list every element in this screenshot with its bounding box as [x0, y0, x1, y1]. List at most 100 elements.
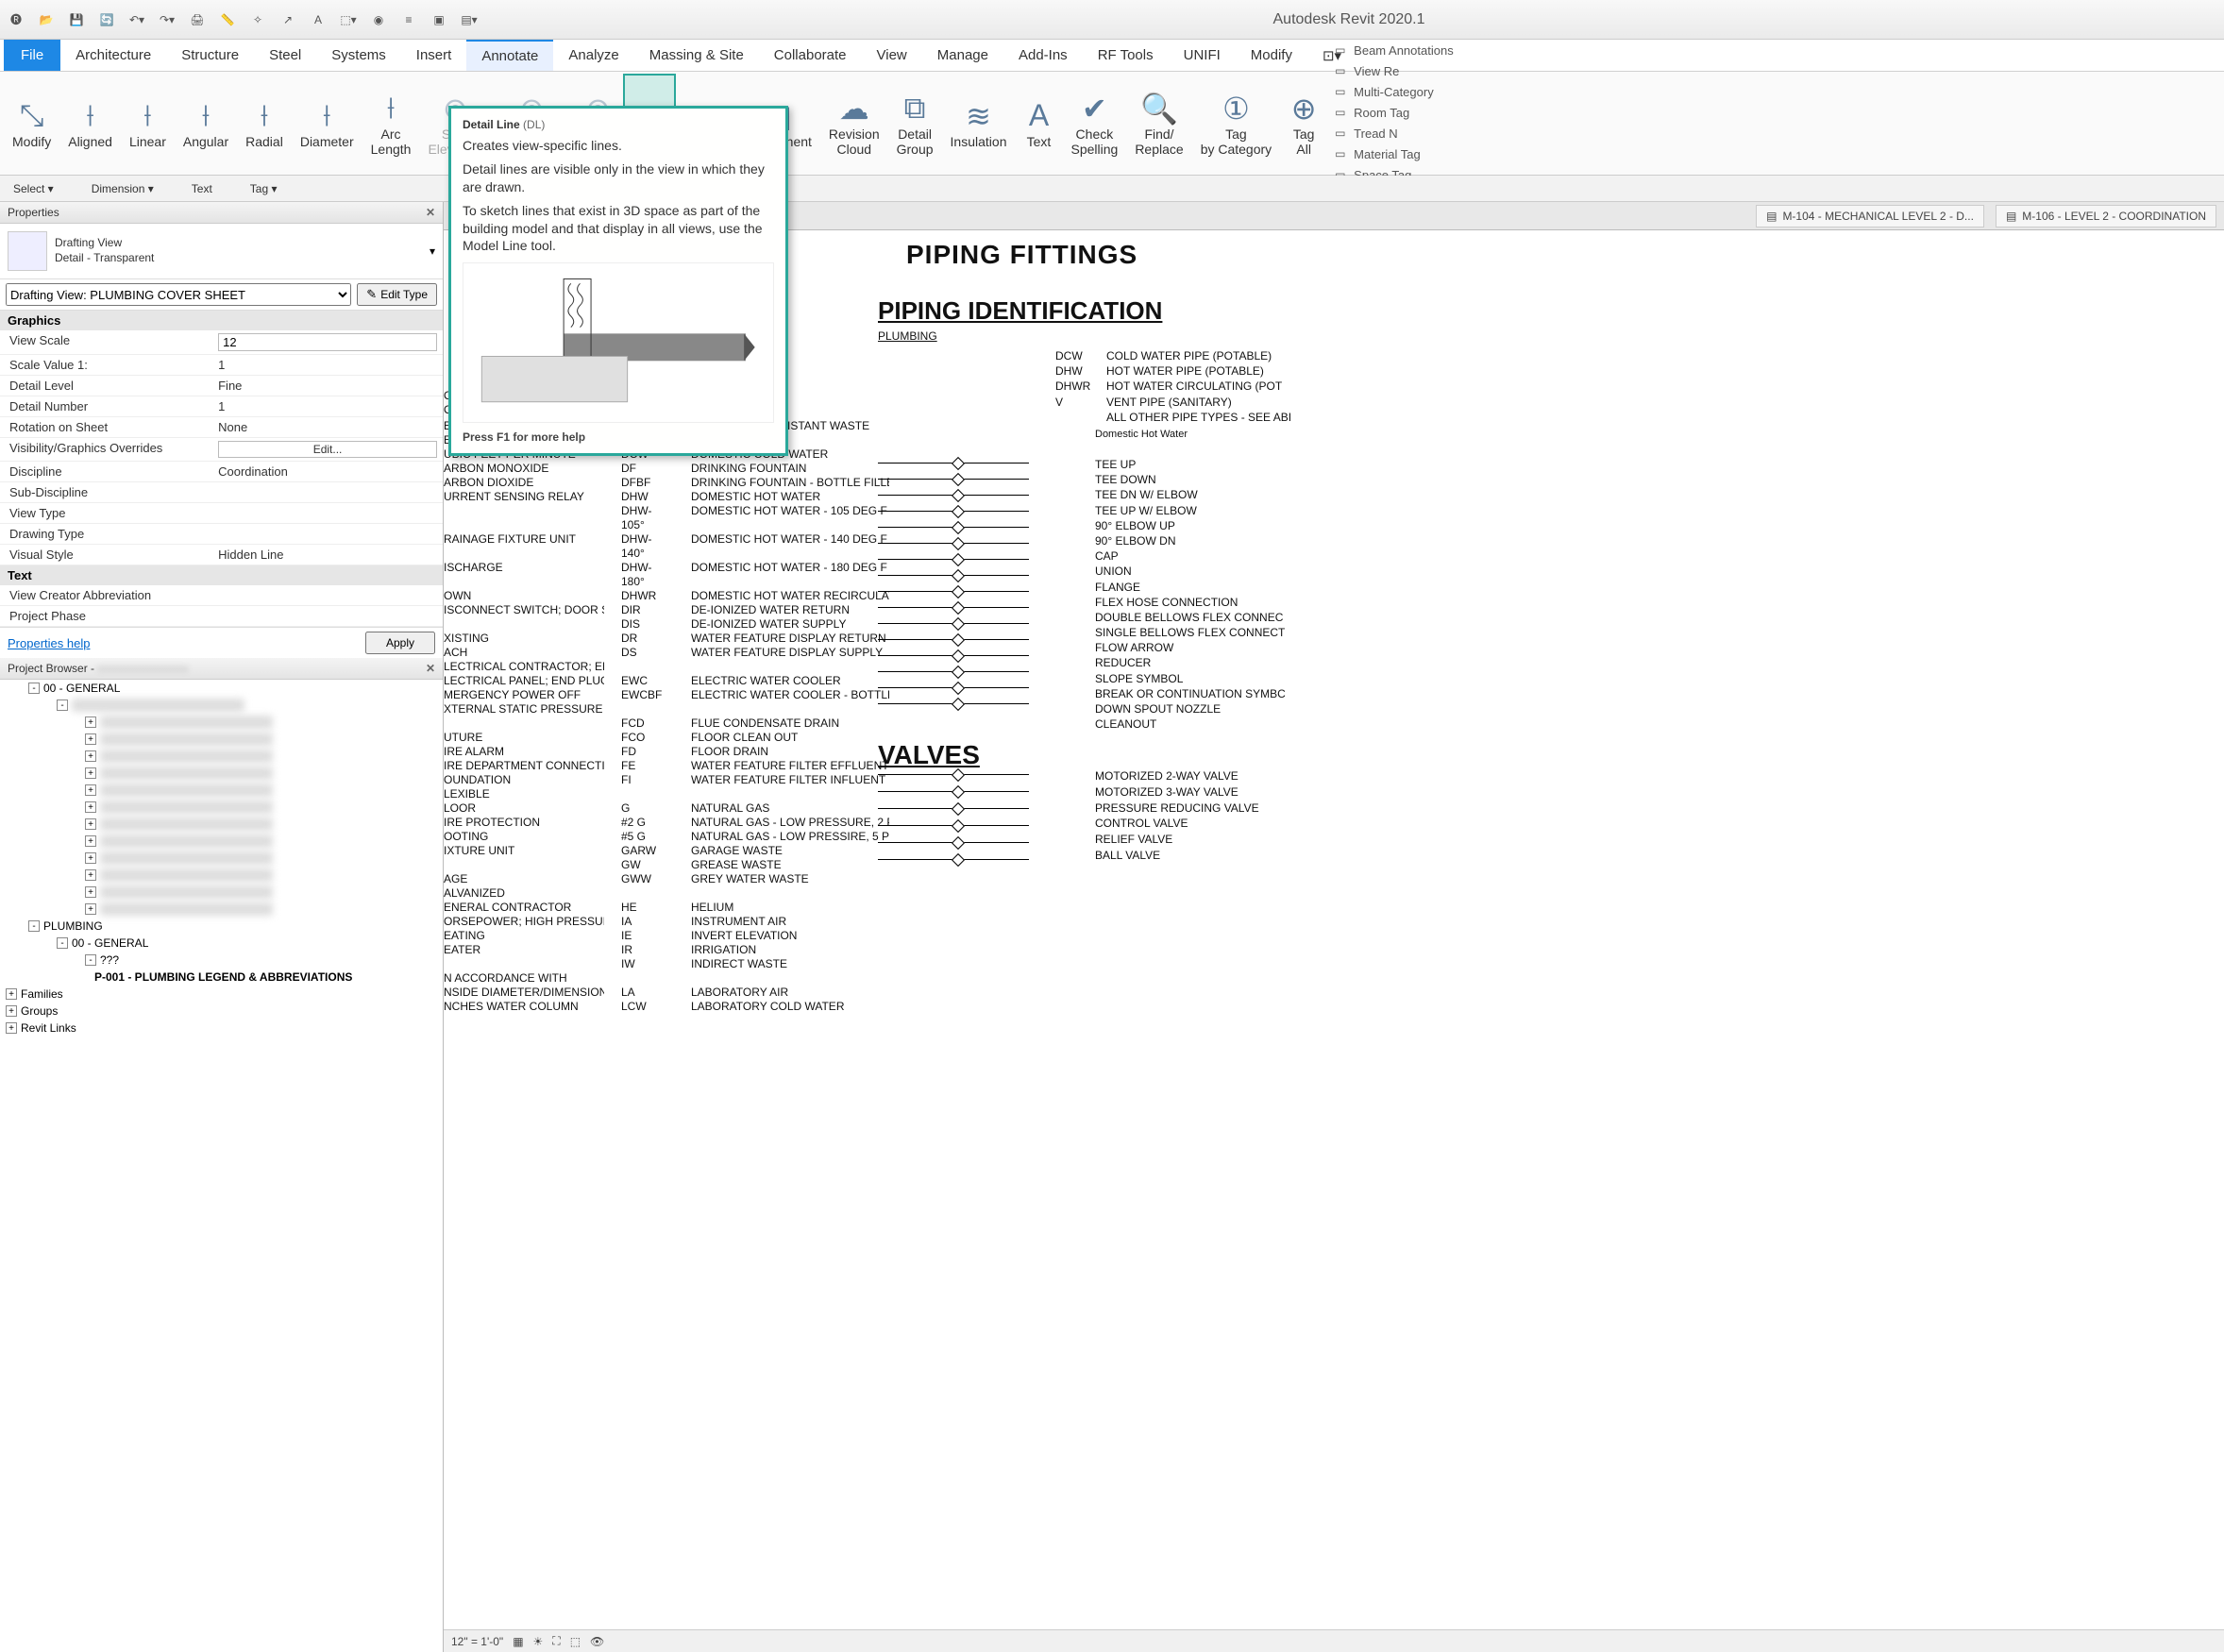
prop-value[interactable]: Edit...: [212, 438, 443, 461]
ribbon-tag-by-category[interactable]: ①Tagby Category: [1192, 74, 1280, 173]
menu-systems[interactable]: Systems: [316, 40, 401, 71]
expand-icon[interactable]: +: [85, 869, 96, 881]
document-tab[interactable]: ▤M-104 - MECHANICAL LEVEL 2 - D...: [1756, 205, 1984, 228]
tree-item[interactable]: +Revit Links: [0, 1020, 443, 1037]
expand-icon[interactable]: +: [85, 750, 96, 762]
hide-icon[interactable]: 👁: [590, 1635, 604, 1648]
prop-value[interactable]: Fine: [212, 376, 443, 396]
tree-item[interactable]: -00 - GENERAL: [0, 680, 443, 697]
properties-help-link[interactable]: Properties help: [8, 636, 90, 650]
tree-item[interactable]: +xxxxx xxxxxxxxxxxxxxxxxxxxxxxxx: [0, 833, 443, 850]
ribbon-revision-cloud[interactable]: ☁RevisionCloud: [820, 74, 888, 173]
expand-icon[interactable]: +: [85, 886, 96, 898]
panel-label[interactable]: Text: [192, 182, 212, 195]
text-qat-icon[interactable]: A: [308, 9, 329, 30]
save-icon[interactable]: 💾: [66, 9, 87, 30]
expand-icon[interactable]: +: [85, 801, 96, 813]
undo-icon[interactable]: ↶▾: [126, 9, 147, 30]
expand-icon[interactable]: +: [6, 1005, 17, 1017]
expand-icon[interactable]: +: [6, 1022, 17, 1034]
instance-filter-select[interactable]: Drafting View: PLUMBING COVER SHEET: [6, 283, 351, 306]
prop-value[interactable]: Coordination: [212, 462, 443, 481]
expand-icon[interactable]: +: [85, 818, 96, 830]
menu-collaborate[interactable]: Collaborate: [759, 40, 862, 71]
expand-icon[interactable]: +: [85, 852, 96, 864]
shadows-icon[interactable]: ⛶: [552, 1634, 560, 1648]
close-icon[interactable]: ✕: [426, 662, 435, 675]
tree-item[interactable]: +xxxxx xxxxxxxxxxxxxxxxxxxxxxxxx: [0, 901, 443, 918]
prop-group[interactable]: Text: [0, 565, 443, 585]
ribbon-insulation[interactable]: ≋Insulation: [942, 74, 1016, 173]
menu-manage[interactable]: Manage: [922, 40, 1003, 71]
prop-value[interactable]: [212, 330, 443, 354]
dim-icon[interactable]: ✧: [247, 9, 268, 30]
edit-type-button[interactable]: ✎ Edit Type: [357, 283, 437, 306]
tree-item[interactable]: +xxxxx xxxxxxxxxxxxxxxxxxxxxxxxx: [0, 850, 443, 867]
panel-label[interactable]: Dimension ▾: [92, 182, 154, 195]
panel-label[interactable]: Select ▾: [13, 182, 54, 195]
close-icon[interactable]: ✕: [426, 206, 435, 219]
sync-icon[interactable]: 🔄: [96, 9, 117, 30]
ribbon-arc-length[interactable]: ⟊ArcLength: [362, 74, 420, 173]
menu-add-ins[interactable]: Add-Ins: [1003, 40, 1083, 71]
menu-rf-tools[interactable]: RF Tools: [1083, 40, 1169, 71]
menu-analyze[interactable]: Analyze: [553, 40, 633, 71]
menu-unifi[interactable]: UNIFI: [1169, 40, 1236, 71]
tree-item[interactable]: +xxxxx xxxxxxxxxxxxxxxxxxxxxxxxx: [0, 867, 443, 884]
tree-item[interactable]: -xxxxx xxxxxxxxxxxxxxxxxxxxxxxxx: [0, 697, 443, 714]
expand-icon[interactable]: +: [85, 733, 96, 745]
tree-item[interactable]: +xxxxx xxxxxxxxxxxxxxxxxxxxxxxxx: [0, 884, 443, 901]
prop-value[interactable]: None: [212, 417, 443, 437]
prop-group[interactable]: Graphics: [0, 311, 443, 330]
ribbon-tag-all[interactable]: ⊕TagAll: [1280, 74, 1327, 173]
section-icon[interactable]: ◉: [368, 9, 389, 30]
ribbon-small-material-tag[interactable]: ▭Material Tag: [1331, 146, 1457, 163]
prop-value[interactable]: 1: [212, 355, 443, 375]
expand-icon[interactable]: -: [85, 954, 96, 966]
open-icon[interactable]: 📂: [36, 9, 57, 30]
document-tab[interactable]: ▤M-106 - LEVEL 2 - COORDINATION: [1996, 205, 2216, 228]
expand-icon[interactable]: +: [85, 835, 96, 847]
tree-item[interactable]: +xxxxx xxxxxxxxxxxxxxxxxxxxxxxxx: [0, 816, 443, 833]
thin-lines-icon[interactable]: ≡: [398, 9, 419, 30]
expand-icon[interactable]: -: [28, 920, 40, 932]
expand-icon[interactable]: +: [85, 784, 96, 796]
menu-steel[interactable]: Steel: [254, 40, 316, 71]
tree-item[interactable]: -PLUMBING: [0, 918, 443, 935]
ribbon-small-tread-n[interactable]: ▭Tread N: [1331, 126, 1457, 143]
ribbon-find-replace[interactable]: 🔍Find/Replace: [1126, 74, 1191, 173]
menu-annotate[interactable]: Annotate: [466, 40, 553, 71]
menu-insert[interactable]: Insert: [401, 40, 467, 71]
prop-value[interactable]: [212, 524, 443, 544]
expand-icon[interactable]: -: [57, 700, 68, 711]
ribbon-linear[interactable]: ⟊Linear: [121, 74, 175, 173]
chevron-down-icon[interactable]: ▾: [430, 244, 435, 258]
tree-item[interactable]: -00 - GENERAL: [0, 935, 443, 952]
view3d-icon[interactable]: ⬚▾: [338, 9, 359, 30]
ribbon-small-beam-annotations[interactable]: ▭Beam Annotations: [1331, 42, 1457, 59]
expand-icon[interactable]: +: [85, 767, 96, 779]
prop-value[interactable]: Hidden Line: [212, 545, 443, 565]
prop-value[interactable]: 1: [212, 396, 443, 416]
menu-architecture[interactable]: Architecture: [60, 40, 166, 71]
tree-item[interactable]: P-001 - PLUMBING LEGEND & ABBREVIATIONS: [0, 969, 443, 986]
tree-item[interactable]: +xxxxx xxxxxxxxxxxxxxxxxxxxxxxxx: [0, 714, 443, 731]
model-graphics-icon[interactable]: ▦: [513, 1635, 523, 1648]
ribbon-modify[interactable]: ⤡Modify: [4, 74, 59, 173]
ribbon-radial[interactable]: ⟊Radial: [237, 74, 292, 173]
ribbon-small-room-tag[interactable]: ▭Room Tag: [1331, 105, 1457, 122]
measure-icon[interactable]: 📏: [217, 9, 238, 30]
project-browser-tree[interactable]: -00 - GENERAL-xxxxx xxxxxxxxxxxxxxxxxxxx…: [0, 680, 443, 1652]
revit-icon[interactable]: 🅡: [6, 9, 26, 30]
expand-icon[interactable]: +: [6, 988, 17, 1000]
ribbon-text[interactable]: AText: [1015, 74, 1062, 173]
sun-icon[interactable]: ☀: [533, 1635, 544, 1648]
apply-button[interactable]: Apply: [365, 632, 435, 654]
tag-icon[interactable]: ↗: [278, 9, 298, 30]
print-icon[interactable]: 🖨: [187, 9, 208, 30]
ribbon-detail-group[interactable]: ⧉DetailGroup: [888, 74, 942, 173]
menu-massing-site[interactable]: Massing & Site: [634, 40, 759, 71]
tree-item[interactable]: +Families: [0, 986, 443, 1003]
menu-view[interactable]: View: [862, 40, 922, 71]
tree-item[interactable]: +xxxxx xxxxxxxxxxxxxxxxxxxxxxxxx: [0, 782, 443, 799]
